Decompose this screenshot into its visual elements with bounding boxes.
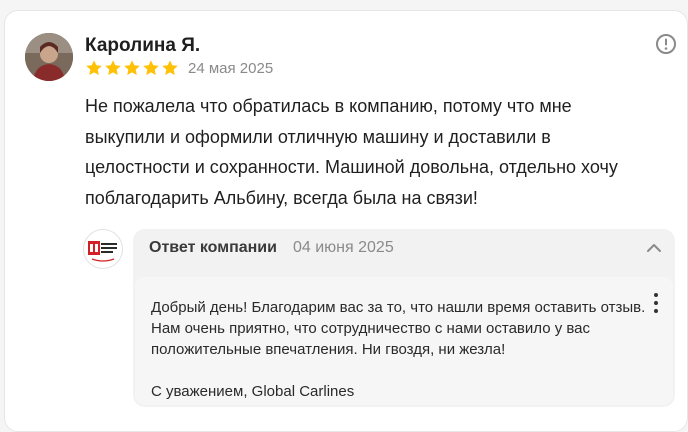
reply-menu-button[interactable] — [651, 291, 661, 315]
author-name[interactable]: Каролина Я. — [85, 35, 200, 57]
collapse-reply-button[interactable] — [643, 237, 665, 259]
company-reply-body: Добрый день! Благодарим вас за то, что н… — [133, 267, 675, 407]
chevron-up-icon — [647, 244, 661, 252]
author-avatar[interactable] — [25, 33, 73, 81]
kebab-menu-icon — [654, 293, 658, 313]
review-card: Каролина Я. 24 мая 2025 Не пожалела что … — [4, 10, 688, 432]
star-icon — [86, 60, 102, 76]
reply-text: Добрый день! Благодарим вас за то, что н… — [151, 299, 646, 358]
star-icon — [105, 60, 121, 76]
reply-title: Ответ компании — [149, 239, 277, 256]
reply-message: Добрый день! Благодарим вас за то, что н… — [135, 277, 673, 405]
review-date: 24 мая 2025 — [188, 60, 274, 77]
star-icon — [143, 60, 159, 76]
report-button[interactable] — [655, 33, 677, 55]
reply-signature: С уважением, Global Carlines — [151, 383, 355, 400]
rating-stars — [85, 59, 179, 79]
star-icon — [124, 60, 140, 76]
company-logo — [83, 229, 123, 269]
company-reply-header[interactable]: Ответ компании 04 июня 2025 — [133, 229, 675, 267]
review-text: Не пожалела что обратилась в компанию, п… — [85, 96, 618, 208]
reply-date: 04 июня 2025 — [293, 239, 394, 256]
exclamation-circle-icon — [656, 34, 676, 54]
star-icon — [162, 60, 178, 76]
